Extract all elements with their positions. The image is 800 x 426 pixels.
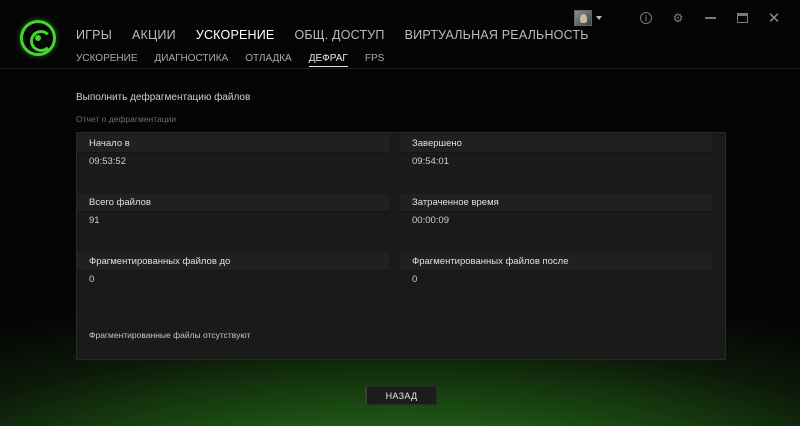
tab-deals[interactable]: АКЦИИ — [132, 28, 176, 42]
end-time-cell: Завершено 09:54:01 — [400, 135, 712, 167]
header-divider — [0, 68, 800, 69]
section-label: Отчет о дефрагментации — [76, 114, 177, 124]
user-avatar[interactable] — [574, 10, 592, 26]
subtab-defrag[interactable]: ДЕФРАГ — [308, 53, 348, 67]
frag-after-value: 0 — [412, 274, 418, 285]
subtab-fps[interactable]: FPS — [365, 53, 384, 67]
elapsed-time-cell: Затраченное время 00:00:09 — [400, 194, 712, 226]
end-time-label: Завершено — [400, 135, 712, 153]
start-time-label: Начало в — [77, 135, 389, 153]
tab-boost[interactable]: УСКОРЕНИЕ — [196, 28, 275, 42]
report-note: Фрагментированные файлы отсутствуют — [89, 330, 251, 340]
info-icon[interactable]: i — [638, 10, 654, 26]
tab-vr[interactable]: ВИРТУАЛЬНАЯ РЕАЛЬНОСТЬ — [405, 28, 589, 42]
elapsed-time-value: 00:00:09 — [412, 215, 449, 226]
start-time-value: 09:53:52 — [89, 156, 126, 167]
chevron-down-icon[interactable] — [596, 16, 602, 20]
elapsed-time-label: Затраченное время — [400, 194, 712, 212]
subtab-diagnostics[interactable]: ДИАГНОСТИКА — [154, 53, 228, 67]
page-title: Выполнить дефрагментацию файлов — [76, 92, 251, 103]
frag-before-label: Фрагментированных файлов до — [77, 253, 389, 271]
window-controls: i ⚙ ✕ — [574, 10, 782, 27]
start-time-cell: Начало в 09:53:52 — [77, 135, 389, 167]
gear-icon[interactable]: ⚙ — [670, 10, 686, 26]
total-files-label: Всего файлов — [77, 194, 389, 212]
total-files-value: 91 — [89, 215, 100, 226]
maximize-icon[interactable] — [734, 10, 750, 26]
frag-before-cell: Фрагментированных файлов до 0 — [77, 253, 389, 285]
back-button[interactable]: НАЗАД — [365, 386, 437, 405]
close-icon[interactable]: ✕ — [766, 10, 782, 27]
end-time-value: 09:54:01 — [412, 156, 449, 167]
total-files-cell: Всего файлов 91 — [77, 194, 389, 226]
subtab-boost[interactable]: УСКОРЕНИЕ — [76, 53, 137, 67]
frag-before-value: 0 — [89, 274, 95, 285]
tab-sharing[interactable]: ОБЩ. ДОСТУП — [294, 28, 384, 42]
frag-after-label: Фрагментированных файлов после — [400, 253, 712, 271]
sub-nav: УСКОРЕНИЕ ДИАГНОСТИКА ОТЛАДКА ДЕФРАГ FPS — [76, 53, 401, 67]
razer-cortex-logo — [20, 20, 56, 56]
minimize-icon[interactable] — [702, 10, 718, 26]
main-nav: ИГРЫ АКЦИИ УСКОРЕНИЕ ОБЩ. ДОСТУП ВИРТУАЛ… — [76, 28, 609, 42]
defrag-report-panel: Начало в 09:53:52 Завершено 09:54:01 Все… — [76, 132, 726, 360]
tab-games[interactable]: ИГРЫ — [76, 28, 112, 42]
subtab-debug[interactable]: ОТЛАДКА — [245, 53, 292, 67]
frag-after-cell: Фрагментированных файлов после 0 — [400, 253, 712, 285]
